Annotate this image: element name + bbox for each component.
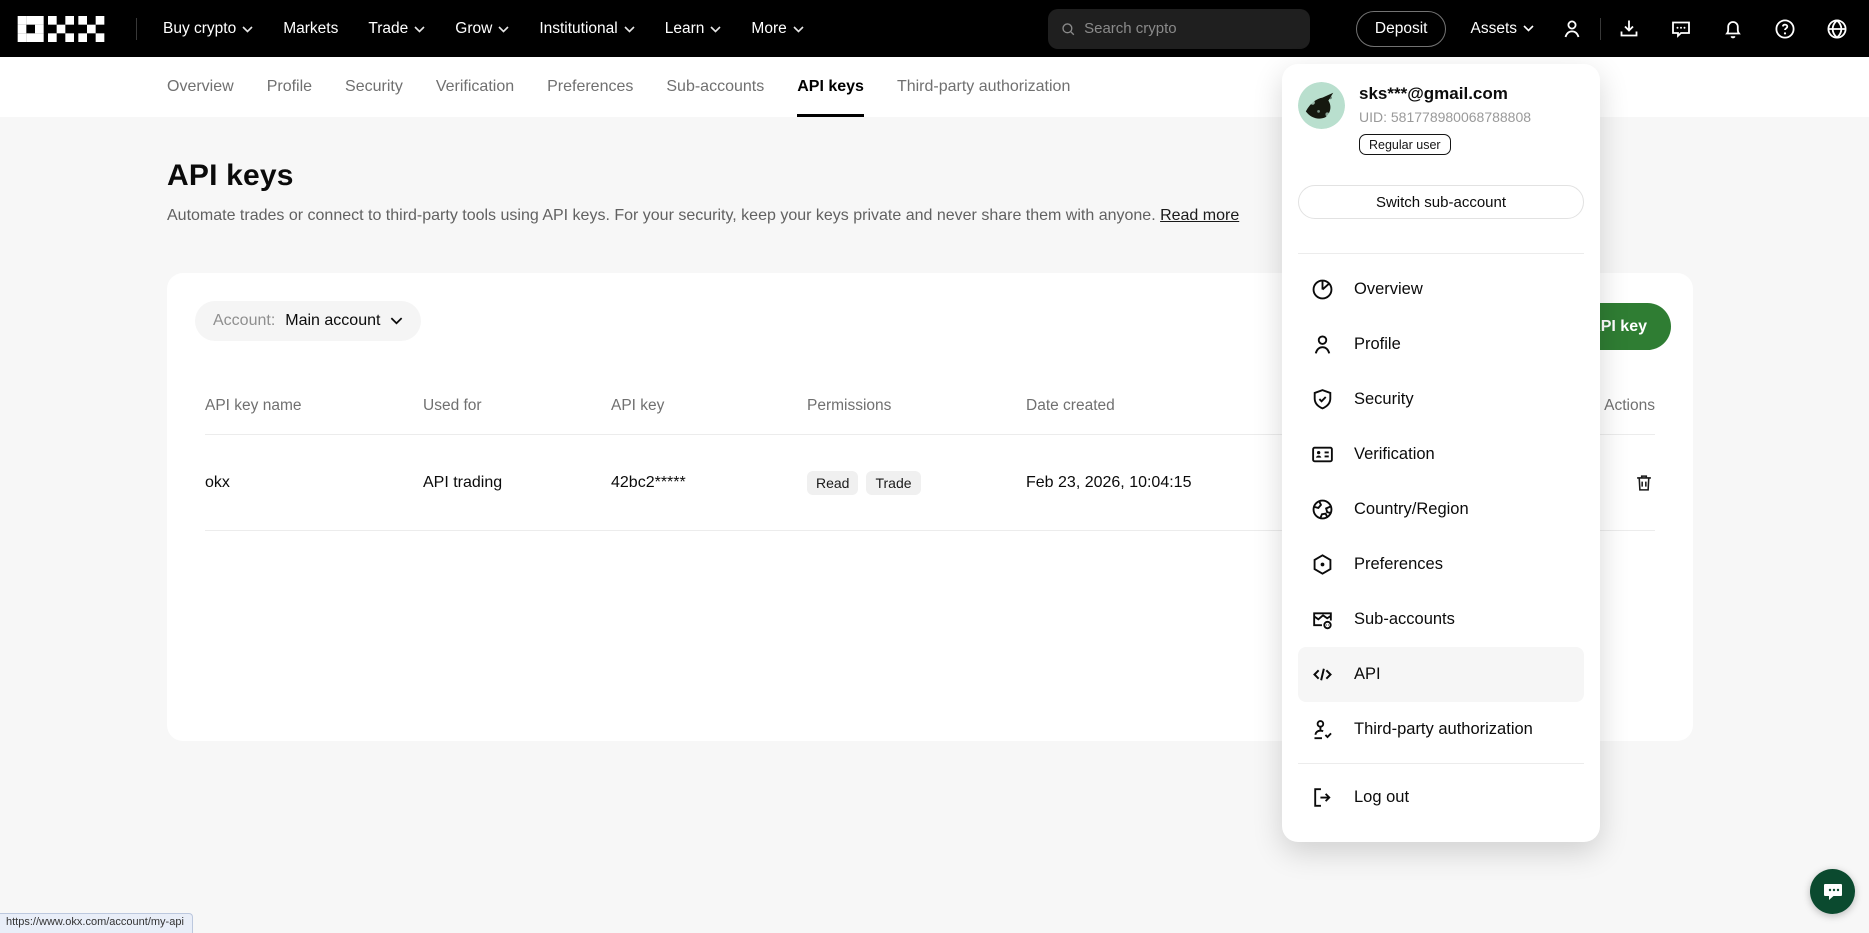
download-icon[interactable] <box>1617 17 1641 41</box>
support-chat-icon[interactable] <box>1669 17 1693 41</box>
chevron-down-icon <box>710 26 721 33</box>
deposit-button[interactable]: Deposit <box>1356 11 1447 47</box>
menu-divider <box>1298 253 1584 254</box>
code-icon <box>1310 662 1335 687</box>
col-api-key-name: API key name <box>205 397 423 415</box>
menu-item-overview[interactable]: Overview <box>1298 262 1584 317</box>
delete-api-key-icon[interactable] <box>1633 472 1655 494</box>
account-filter-value: Main account <box>285 312 380 330</box>
chevron-down-icon <box>1523 25 1534 32</box>
pie-chart-icon <box>1310 277 1335 302</box>
help-icon[interactable] <box>1773 17 1797 41</box>
tab-profile[interactable]: Profile <box>267 57 312 117</box>
chevron-down-icon <box>793 26 804 33</box>
menu-item-preferences[interactable]: Preferences <box>1298 537 1584 592</box>
tab-preferences[interactable]: Preferences <box>547 57 633 117</box>
chevron-down-icon <box>624 26 635 33</box>
id-card-icon <box>1310 442 1335 467</box>
nav-grow[interactable]: Grow <box>455 20 509 38</box>
menu-item-third-party-authorization[interactable]: Third-party authorization <box>1298 702 1584 757</box>
avatar <box>1298 82 1345 129</box>
language-icon[interactable] <box>1825 17 1849 41</box>
cell-permissions: Read Trade <box>807 471 1026 495</box>
menu-item-verification[interactable]: Verification <box>1298 427 1584 482</box>
permission-badge-trade: Trade <box>866 471 920 495</box>
menu-item-security[interactable]: Security <box>1298 372 1584 427</box>
tab-api-keys[interactable]: API keys <box>797 57 864 117</box>
chat-bubble-icon <box>1821 880 1845 904</box>
header-icon-group <box>1617 17 1857 41</box>
assets-menu[interactable]: Assets <box>1470 20 1534 38</box>
user-email: sks***@gmail.com <box>1359 84 1531 104</box>
col-api-key: API key <box>611 397 807 415</box>
nav-learn[interactable]: Learn <box>665 20 722 38</box>
notifications-icon[interactable] <box>1721 17 1745 41</box>
page-title: API keys <box>167 159 1869 193</box>
user-summary: sks***@gmail.com UID: 581778980068788808… <box>1298 82 1584 155</box>
globe-icon <box>1310 497 1335 522</box>
tab-sub-accounts[interactable]: Sub-accounts <box>666 57 764 117</box>
menu-item-sub-accounts[interactable]: Sub-accounts <box>1298 592 1584 647</box>
top-nav-bar: Buy crypto Markets Trade Grow Institutio… <box>0 0 1869 57</box>
tab-third-party-authorization[interactable]: Third-party authorization <box>897 57 1070 117</box>
col-permissions: Permissions <box>807 397 1026 415</box>
nav-markets[interactable]: Markets <box>283 20 338 38</box>
chevron-down-icon <box>242 26 253 33</box>
chevron-down-icon <box>390 317 403 325</box>
user-icon <box>1310 332 1335 357</box>
logout-icon <box>1310 785 1335 810</box>
permission-badge-read: Read <box>807 471 858 495</box>
search-input[interactable] <box>1084 20 1298 37</box>
read-more-link[interactable]: Read more <box>1160 207 1239 224</box>
support-chat-fab[interactable] <box>1810 869 1855 914</box>
account-filter-dropdown[interactable]: Account: Main account <box>195 301 421 341</box>
nav-more[interactable]: More <box>751 20 803 38</box>
menu-item-api[interactable]: API <box>1298 647 1584 702</box>
cell-used-for: API trading <box>423 474 611 492</box>
user-type-badge: Regular user <box>1359 134 1451 155</box>
okx-logo[interactable] <box>16 16 106 42</box>
browser-status-bar: https://www.okx.com/account/my-api <box>0 913 193 933</box>
search-box[interactable] <box>1048 9 1310 49</box>
header-divider <box>1600 18 1601 40</box>
tab-overview[interactable]: Overview <box>167 57 234 117</box>
profile-icon[interactable] <box>1560 17 1584 41</box>
search-icon <box>1060 20 1076 38</box>
user-info: sks***@gmail.com UID: 581778980068788808… <box>1359 82 1531 155</box>
stamp-check-icon <box>1310 717 1335 742</box>
main-nav: Buy crypto Markets Trade Grow Institutio… <box>163 20 804 38</box>
shield-check-icon <box>1310 387 1335 412</box>
tab-verification[interactable]: Verification <box>436 57 514 117</box>
menu-item-profile[interactable]: Profile <box>1298 317 1584 372</box>
nav-buy-crypto[interactable]: Buy crypto <box>163 20 253 38</box>
tab-security[interactable]: Security <box>345 57 403 117</box>
cell-api-key-name: okx <box>205 474 423 492</box>
user-uid: UID: 581778980068788808 <box>1359 109 1531 125</box>
menu-divider <box>1298 763 1584 764</box>
col-used-for: Used for <box>423 397 611 415</box>
account-filter-label: Account: <box>213 312 275 330</box>
chevron-down-icon <box>414 26 425 33</box>
switch-sub-account-button[interactable]: Switch sub-account <box>1298 185 1584 219</box>
header-divider <box>136 18 137 40</box>
menu-item-log-out[interactable]: Log out <box>1298 770 1584 825</box>
sub-accounts-icon <box>1310 607 1335 632</box>
account-dropdown-panel: sks***@gmail.com UID: 581778980068788808… <box>1282 64 1600 842</box>
nav-trade[interactable]: Trade <box>368 20 425 38</box>
nav-institutional[interactable]: Institutional <box>539 20 634 38</box>
hexagon-dot-icon <box>1310 552 1335 577</box>
cell-api-key: 42bc2***** <box>611 474 807 492</box>
menu-item-country-region[interactable]: Country/Region <box>1298 482 1584 537</box>
chevron-down-icon <box>498 26 509 33</box>
